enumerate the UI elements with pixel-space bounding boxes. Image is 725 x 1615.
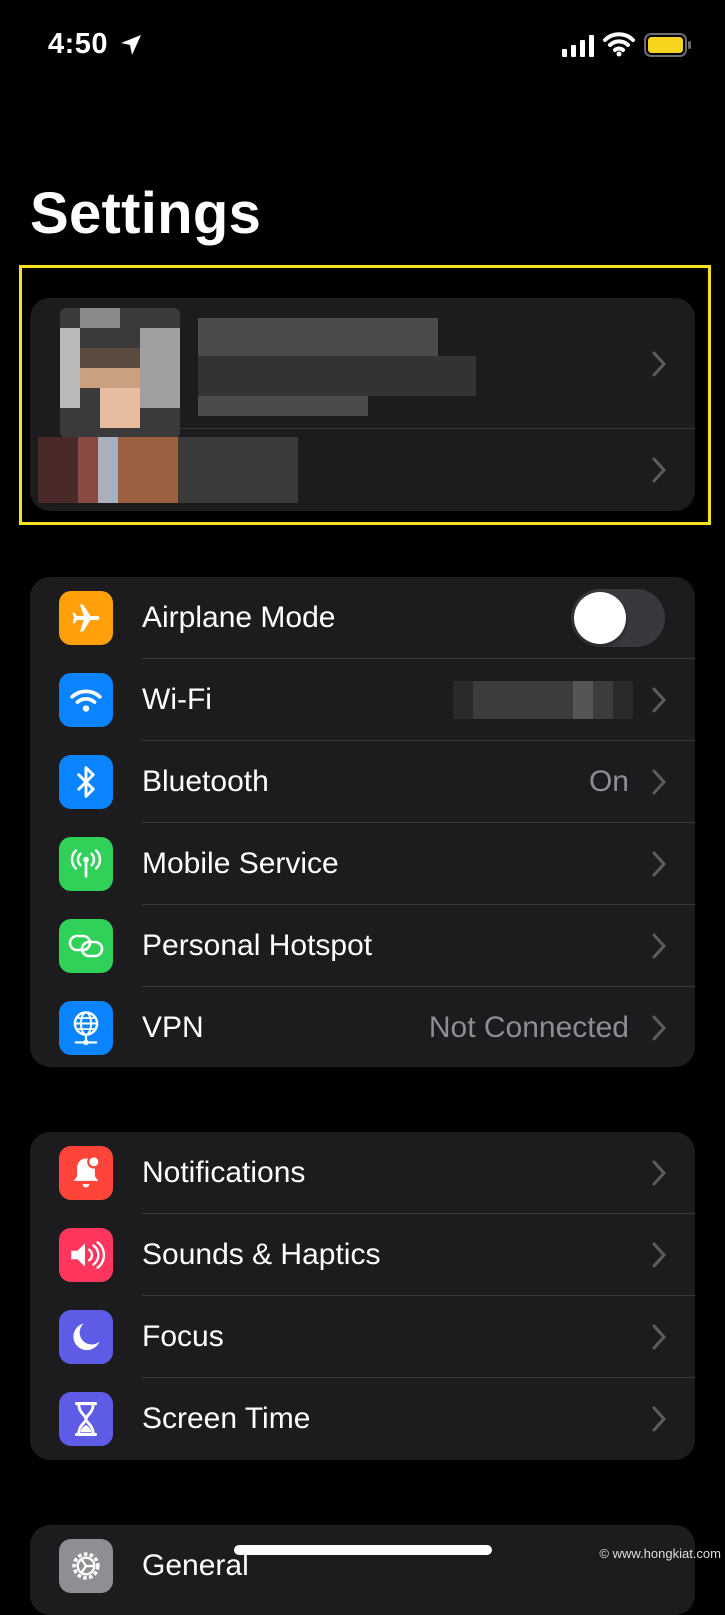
row-vpn[interactable]: VPN Not Connected — [30, 987, 695, 1067]
chevron-right-icon — [652, 351, 667, 377]
moon-icon — [59, 1310, 113, 1364]
cellular-signal-icon — [562, 35, 594, 57]
chevron-right-icon — [652, 1015, 667, 1041]
row-focus[interactable]: Focus — [30, 1296, 695, 1378]
toggle-knob — [574, 592, 626, 644]
row-screen-time[interactable]: Screen Time — [30, 1378, 695, 1460]
row-value: Not Connected — [428, 1011, 629, 1044]
chevron-right-icon — [652, 769, 667, 795]
chevron-right-icon — [652, 1324, 667, 1350]
chevron-right-icon — [652, 1242, 667, 1268]
row-label: Sounds & Haptics — [142, 1238, 381, 1271]
battery-icon — [644, 33, 691, 57]
row-label: Bluetooth — [142, 765, 269, 798]
row-label: Screen Time — [142, 1402, 311, 1435]
bluetooth-icon — [59, 755, 113, 809]
account-subtitle-redacted — [198, 356, 476, 396]
chevron-right-icon — [652, 687, 667, 713]
gear-icon — [59, 1539, 113, 1593]
suggestion-redacted — [38, 437, 298, 503]
row-value: On — [588, 765, 629, 798]
airplane-mode-toggle[interactable] — [571, 589, 665, 647]
row-personal-hotspot[interactable]: Personal Hotspot — [30, 905, 695, 987]
row-label: Focus — [142, 1320, 224, 1353]
row-sounds-haptics[interactable]: Sounds & Haptics — [30, 1214, 695, 1296]
chevron-right-icon — [652, 933, 667, 959]
chevron-right-icon — [652, 1406, 667, 1432]
profile-group — [30, 298, 695, 511]
account-subtitle-redacted — [198, 396, 368, 416]
wifi-icon — [59, 673, 113, 727]
wifi-icon — [603, 32, 635, 57]
location-arrow-icon — [121, 35, 141, 55]
bell-badge-icon — [59, 1146, 113, 1200]
row-label: Personal Hotspot — [142, 929, 373, 962]
chevron-right-icon — [652, 851, 667, 877]
notifications-group: Notifications Sounds & Haptics Focus Scr… — [30, 1132, 695, 1460]
row-general[interactable]: General — [30, 1525, 695, 1607]
wifi-network-redacted — [453, 681, 633, 719]
account-name-redacted — [198, 318, 438, 356]
speaker-wave-icon — [59, 1228, 113, 1282]
avatar — [60, 308, 180, 438]
airplane-icon — [59, 591, 113, 645]
antenna-icon — [59, 837, 113, 891]
globe-network-icon — [59, 1001, 113, 1055]
apple-id-row[interactable] — [30, 298, 695, 438]
row-label: VPN — [142, 1011, 204, 1044]
chevron-right-icon — [652, 1160, 667, 1186]
page-title: Settings — [30, 181, 262, 246]
status-time: 4:50 — [48, 28, 109, 60]
suggestion-row[interactable] — [30, 429, 695, 511]
row-label: Airplane Mode — [142, 601, 336, 634]
row-label: General — [142, 1549, 249, 1582]
watermark: © www.hongkiat.com — [599, 1546, 721, 1561]
hourglass-icon — [59, 1392, 113, 1446]
row-wifi[interactable]: Wi-Fi — [30, 659, 695, 741]
row-airplane-mode[interactable]: Airplane Mode — [30, 577, 695, 659]
row-notifications[interactable]: Notifications — [30, 1132, 695, 1214]
home-indicator[interactable] — [234, 1545, 492, 1555]
row-mobile-service[interactable]: Mobile Service — [30, 823, 695, 905]
link-chain-icon — [59, 919, 113, 973]
connectivity-group: Airplane Mode Wi-Fi Bluetooth On Mobile … — [30, 577, 695, 1067]
general-group: General — [30, 1525, 695, 1615]
row-label: Notifications — [142, 1156, 306, 1189]
chevron-right-icon — [652, 457, 667, 483]
row-label: Mobile Service — [142, 847, 339, 880]
row-label: Wi-Fi — [142, 683, 212, 716]
status-bar: 4:50 — [0, 0, 725, 90]
row-bluetooth[interactable]: Bluetooth On — [30, 741, 695, 823]
